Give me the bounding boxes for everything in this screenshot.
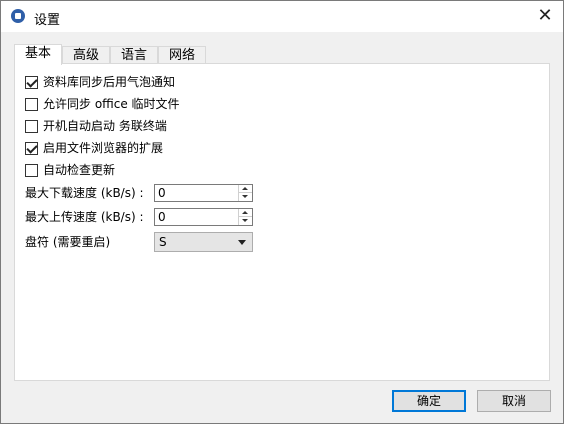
drive-letter-value: S [159, 235, 167, 249]
checkbox[interactable] [25, 98, 38, 111]
checkbox-label: 资料库同步后用气泡通知 [43, 75, 176, 89]
tab-basic[interactable]: 基本 [14, 44, 62, 65]
settings-dialog: 设置 ✕ 基本 高级 语言 网络 资料库同步后用气泡通知 允许同步 office… [0, 0, 564, 424]
upload-speed-input[interactable]: 0 [154, 208, 253, 226]
upload-speed-label: 最大上传速度 (kB/s) : [25, 210, 144, 224]
checkbox-label: 启用文件浏览器的扩展 [43, 141, 164, 155]
spin-down-icon[interactable] [239, 217, 252, 225]
tab-advanced[interactable]: 高级 [62, 46, 110, 64]
download-speed-stepper [238, 185, 252, 201]
checkbox-label: 允许同步 office 临时文件 [43, 97, 180, 111]
upload-speed-value: 0 [158, 210, 166, 224]
download-speed-input[interactable]: 0 [154, 184, 253, 202]
tab-language[interactable]: 语言 [110, 46, 158, 64]
title-bar: 设置 ✕ [1, 1, 563, 32]
download-speed-value: 0 [158, 186, 166, 200]
upload-speed-stepper [238, 209, 252, 225]
download-speed-label: 最大下载速度 (kB/s) : [25, 186, 144, 200]
tab-network[interactable]: 网络 [158, 46, 206, 64]
checkbox[interactable] [25, 76, 38, 89]
spin-up-icon[interactable] [239, 185, 252, 193]
app-logo-icon [11, 9, 25, 23]
drive-letter-select[interactable]: S [154, 232, 253, 252]
window-title: 设置 [34, 13, 61, 28]
checkbox-label: 自动检查更新 [43, 163, 116, 177]
close-button[interactable]: ✕ [533, 5, 557, 27]
ok-button[interactable]: 确定 [392, 390, 466, 412]
checkbox[interactable] [25, 142, 38, 155]
checkbox[interactable] [25, 164, 38, 177]
spin-up-icon[interactable] [239, 209, 252, 217]
cancel-button[interactable]: 取消 [477, 390, 551, 412]
spin-down-icon[interactable] [239, 193, 252, 201]
basic-settings-panel: 资料库同步后用气泡通知 允许同步 office 临时文件 开机自动启动 务联终端… [14, 63, 550, 381]
checkbox-label: 开机自动启动 务联终端 [43, 119, 167, 133]
checkbox[interactable] [25, 120, 38, 133]
drive-letter-label: 盘符 (需要重启) [25, 235, 111, 249]
chevron-down-icon [238, 240, 246, 245]
